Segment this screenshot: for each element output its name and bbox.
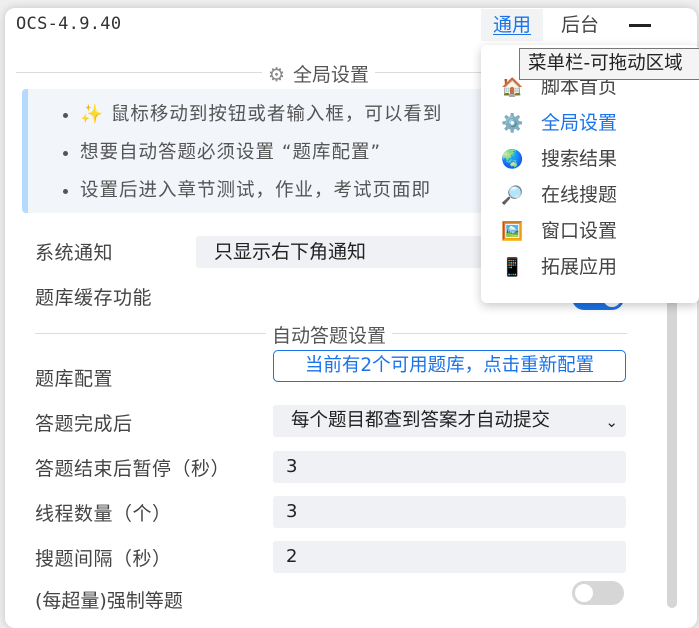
section-title-global: ⚙ 全局设置: [262, 60, 376, 87]
cache-label: 题库缓存功能: [35, 287, 153, 309]
nav-dropdown-menu: 🏠 脚本首页 ⚙️ 全局设置 🌏 搜索结果 🔎 在线搜题 🖼️ 窗口设置 📱 拓展应用: [481, 45, 699, 303]
chevron-down-icon: ⌄: [605, 413, 618, 431]
picture-icon: 🖼️: [501, 221, 524, 242]
tab-backend[interactable]: 后台: [549, 9, 611, 41]
toggle-knob: [575, 584, 593, 602]
gear-icon: ⚙️: [501, 113, 524, 134]
tab-general[interactable]: 通用: [481, 9, 544, 41]
interval-input[interactable]: 2: [273, 541, 626, 573]
bank-config-label: 题库配置: [35, 368, 114, 390]
globe-icon: 🌏: [501, 149, 524, 170]
menu-item-window-settings[interactable]: 🖼️ 窗口设置: [501, 215, 617, 247]
pause-input[interactable]: 3: [273, 451, 626, 483]
menu-item-search-results[interactable]: 🌏 搜索结果: [501, 143, 617, 175]
after-answer-select[interactable]: 每个题目都查到答案才自动提交 ⌄: [273, 405, 626, 437]
force-wait-toggle[interactable]: [572, 581, 624, 605]
section-title-auto: 自动答题设置: [266, 321, 393, 348]
notice-select[interactable]: 只显示右下角通知: [196, 236, 496, 268]
bank-config-button[interactable]: 当前有2个可用题库，点击重新配置: [273, 350, 626, 382]
menu-item-extensions[interactable]: 📱 拓展应用: [501, 251, 617, 283]
threads-input[interactable]: 3: [273, 496, 626, 528]
menu-item-online-search[interactable]: 🔎 在线搜题: [501, 179, 617, 211]
menu-item-global-settings[interactable]: ⚙️ 全局设置: [501, 107, 617, 139]
threads-label: 线程数量（个）: [35, 503, 172, 525]
phone-icon: 📱: [501, 257, 524, 278]
notice-label: 系统通知: [35, 242, 114, 264]
app-title: OCS-4.9.40: [16, 14, 122, 34]
after-answer-value: 每个题目都查到答案才自动提交: [291, 410, 551, 431]
minimize-icon[interactable]: [629, 24, 651, 27]
force-wait-label: (每超量)强制等题: [35, 590, 183, 612]
interval-label: 搜题间隔（秒）: [35, 548, 172, 570]
drag-area-tooltip: 菜单栏-可拖动区域: [519, 48, 699, 80]
gear-icon: ⚙: [268, 64, 286, 86]
pause-label: 答题结束后暂停（秒）: [35, 458, 231, 480]
magnifier-icon: 🔎: [501, 185, 524, 206]
after-answer-label: 答题完成后: [35, 413, 133, 435]
